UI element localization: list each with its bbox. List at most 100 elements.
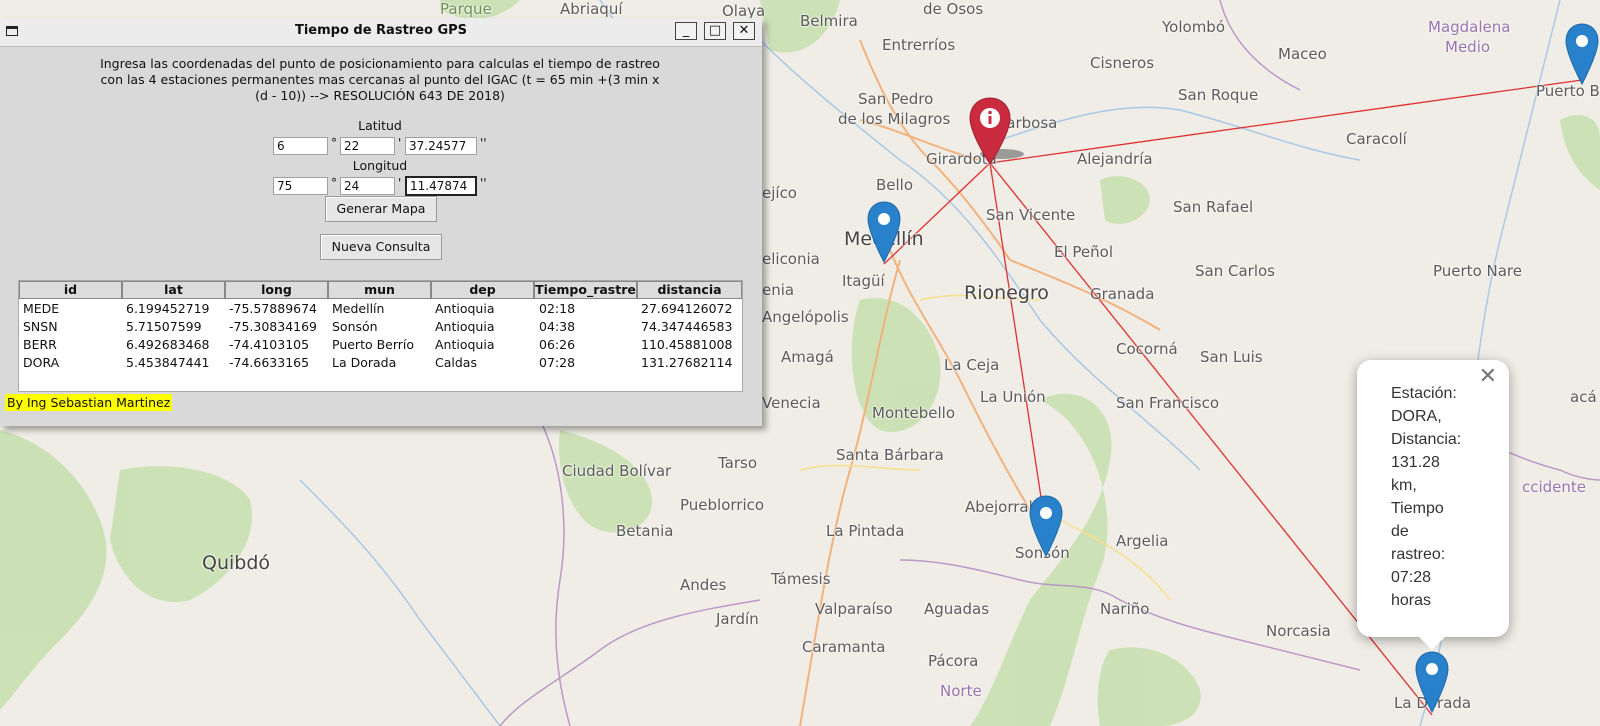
table-cell: -75.57889674 (229, 301, 318, 316)
gps-window: Tiempo de Rastreo GPS _ □ ✕ Ingresa las … (0, 18, 762, 426)
table-cell: Antioquia (435, 319, 495, 334)
column-header-mun[interactable]: mun (328, 281, 431, 299)
map-place-label: Abejorral (965, 498, 1033, 516)
map-place-label: San Francisco (1116, 394, 1220, 412)
close-button[interactable]: ✕ (733, 22, 755, 40)
map-place-label: Valparaíso (815, 600, 893, 618)
author-credit: By Ing Sebastian Martinez (5, 394, 173, 411)
popup-content: Estación: DORA, Distancia: 131.28 km, Ti… (1391, 385, 1462, 609)
table-cell: MEDE (23, 301, 60, 316)
window-titlebar[interactable]: Tiempo de Rastreo GPS _ □ ✕ (0, 18, 762, 47)
map-place-label: Cocorná (1116, 340, 1178, 358)
table-cell: -74.6633165 (229, 355, 310, 370)
map-place-label: La Unión (980, 388, 1046, 406)
table-row[interactable]: DORA 5.453847441 -74.6633165 La Dorada C… (19, 354, 742, 372)
stations-table[interactable]: id lat long mun dep Tiempo_rastre distan… (18, 280, 743, 392)
map-place-label: Norte (940, 682, 982, 700)
map-place-label: Cisneros (1090, 54, 1155, 72)
table-cell: 27.694126072 (641, 301, 733, 316)
station-marker-snsn[interactable] (1028, 494, 1064, 558)
map-place-label: San Vicente (986, 206, 1076, 224)
map-place-label: Santa Bárbara (836, 446, 944, 464)
lat-degrees-input[interactable] (273, 137, 328, 155)
table-row[interactable]: SNSN 5.71507599 -75.30834169 Sonsón Anti… (19, 318, 742, 336)
second-symbol: '' (480, 136, 487, 150)
map-place-label: Granada (1090, 285, 1155, 303)
station-marker-dora[interactable] (1414, 650, 1450, 714)
lat-seconds-input[interactable] (405, 137, 477, 155)
station-marker-mede[interactable] (866, 200, 902, 264)
lon-minutes-input[interactable] (340, 177, 395, 195)
map-place-label: Ciudad Bolívar (562, 462, 672, 480)
map-place-label: Angelópolis (762, 308, 849, 326)
map-place-label: ejíco (762, 184, 797, 202)
map-place-label: Entrerríos (882, 36, 956, 54)
table-cell: 07:28 (539, 355, 576, 370)
map-pin-icon (1565, 23, 1599, 86)
map-place-label: Rionegro (964, 282, 1049, 304)
map-place-label: Quibdó (202, 552, 271, 574)
table-cell: BERR (23, 337, 57, 352)
map-place-label: El Peñol (1054, 243, 1114, 261)
degree-symbol: ° (331, 136, 337, 150)
map-place-label: Venecia (762, 394, 821, 412)
map-place-label: Betania (616, 522, 674, 540)
table-cell: DORA (23, 355, 60, 370)
window-title: Tiempo de Rastreo GPS (294, 23, 468, 38)
lat-minutes-input[interactable] (340, 137, 395, 155)
map-place-label: Támesis (771, 570, 831, 588)
latitude-label: Latitud (358, 118, 402, 133)
table-cell: -74.4103105 (229, 337, 310, 352)
table-row[interactable]: BERR 6.492683468 -74.4103105 Puerto Berr… (19, 336, 742, 354)
column-header-tiempo[interactable]: Tiempo_rastre (534, 281, 637, 299)
map-place-label: Pácora (928, 652, 979, 670)
map-place-label: Montebello (872, 404, 955, 422)
column-header-id[interactable]: id (19, 281, 122, 299)
map-place-label: eliconia (762, 250, 820, 268)
table-cell: 6.199452719 (126, 301, 210, 316)
map-place-label: Andes (680, 576, 727, 594)
generate-map-button[interactable]: Generar Mapa (325, 196, 437, 222)
lon-degrees-input[interactable] (273, 177, 328, 195)
map-place-label: Magdalena (1428, 18, 1511, 36)
column-header-dep[interactable]: dep (431, 281, 534, 299)
map-place-label: ccidente (1522, 478, 1587, 496)
station-marker-berr[interactable] (1564, 22, 1600, 86)
map-place-label: Tarso (718, 454, 758, 472)
map-place-label: Pueblorrico (680, 496, 765, 514)
column-header-distancia[interactable]: distancia (637, 281, 742, 299)
table-cell: -75.30834169 (229, 319, 318, 334)
map-place-label: Caramanta (802, 638, 886, 656)
map-place-label: San Carlos (1195, 262, 1275, 280)
minimize-button[interactable]: _ (675, 22, 697, 40)
popup-close-icon[interactable]: ✕ (1479, 366, 1497, 388)
map-pin-icon (867, 201, 901, 264)
table-header: id lat long mun dep Tiempo_rastre distan… (19, 281, 742, 299)
table-cell: 110.45881008 (641, 337, 733, 352)
map-place-label: Belmira (800, 12, 858, 30)
degree-symbol: ° (331, 176, 337, 190)
map-place-label: La Pintada (826, 522, 905, 540)
column-header-lat[interactable]: lat (122, 281, 225, 299)
origin-marker[interactable] (966, 96, 1026, 168)
map-place-label: Jardín (716, 610, 759, 628)
map-place-label: Aguadas (924, 600, 990, 618)
table-cell: Caldas (435, 355, 477, 370)
map-place-label: de los Milagros (838, 110, 951, 128)
longitude-label: Longitud (352, 158, 408, 173)
map-place-label: San Rafael (1173, 198, 1254, 216)
map-place-label: Itagüí (842, 272, 885, 290)
column-header-long[interactable]: long (225, 281, 328, 299)
new-query-button[interactable]: Nueva Consulta (320, 234, 442, 260)
second-symbol: '' (480, 176, 487, 190)
info-pin-icon (969, 97, 1024, 165)
table-cell: 131.27682114 (641, 355, 733, 370)
table-cell: La Dorada (332, 355, 397, 370)
maximize-button[interactable]: □ (704, 22, 726, 40)
table-row[interactable]: MEDE 6.199452719 -75.57889674 Medellín A… (19, 300, 742, 318)
table-cell: Sonsón (332, 319, 378, 334)
table-cell: SNSN (23, 319, 58, 334)
lon-seconds-input[interactable] (405, 176, 477, 196)
minute-symbol: ' (398, 136, 402, 150)
table-cell: 04:38 (539, 319, 576, 334)
